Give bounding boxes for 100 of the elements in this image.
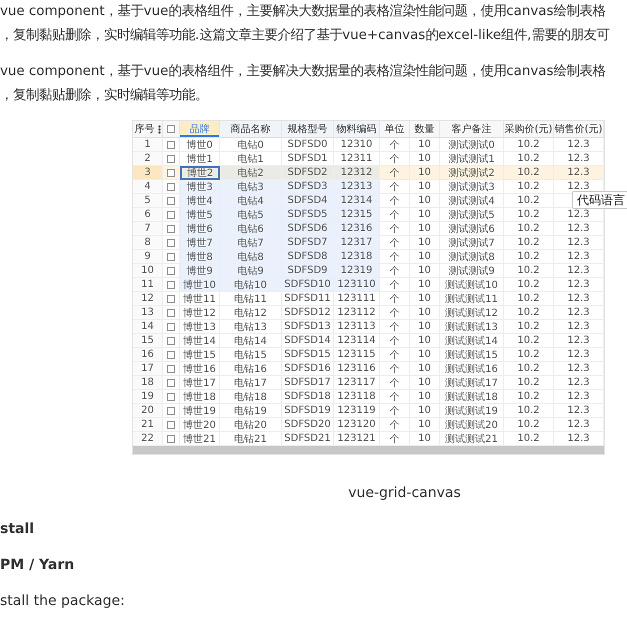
table-cell[interactable]: 12317 xyxy=(334,236,380,250)
table-cell[interactable]: SDFSD7 xyxy=(282,236,334,250)
table-cell[interactable]: 12.3 xyxy=(554,348,604,362)
table-cell[interactable]: 博世16 xyxy=(180,362,220,376)
table-cell[interactable]: SDFSD16 xyxy=(282,362,334,376)
table-cell[interactable]: 10 xyxy=(410,138,440,152)
table-cell[interactable]: 10 xyxy=(410,376,440,390)
table-cell[interactable]: 12314 xyxy=(334,194,380,208)
table-cell[interactable]: 10 xyxy=(410,194,440,208)
table-cell[interactable]: 12.3 xyxy=(554,222,604,236)
table-cell[interactable]: 个 xyxy=(380,362,410,376)
table-cell[interactable]: 12.3 xyxy=(554,236,604,250)
table-cell[interactable]: 12.3 xyxy=(554,432,604,446)
table-cell[interactable]: 123119 xyxy=(334,404,380,418)
row-checkbox[interactable] xyxy=(167,434,175,442)
table-cell[interactable]: 测试测试14 xyxy=(440,334,504,348)
table-cell[interactable]: 电钻16 xyxy=(220,362,282,376)
table-cell[interactable]: 测试测试5 xyxy=(440,208,504,222)
table-cell[interactable]: 10 xyxy=(410,320,440,334)
row-checkbox[interactable] xyxy=(167,182,175,190)
column-header[interactable]: 销售价(元) xyxy=(554,121,604,138)
table-cell[interactable]: 个 xyxy=(380,418,410,432)
table-cell[interactable]: SDFSD11 xyxy=(282,292,334,306)
table-cell[interactable]: 12312 xyxy=(334,166,380,180)
table-cell[interactable]: 12.3 xyxy=(554,320,604,334)
table-cell[interactable]: 电钻4 xyxy=(220,194,282,208)
table-cell[interactable]: 10 xyxy=(410,208,440,222)
table-cell[interactable]: 博世3 xyxy=(180,180,220,194)
row-checkbox[interactable] xyxy=(167,280,175,288)
table-cell[interactable]: 电钻8 xyxy=(220,250,282,264)
table-cell[interactable]: 电钻0 xyxy=(220,138,282,152)
table-cell[interactable]: 12.3 xyxy=(554,390,604,404)
table-cell[interactable]: SDFSD3 xyxy=(282,180,334,194)
table-cell[interactable]: 电钻1 xyxy=(220,152,282,166)
table-cell[interactable]: 个 xyxy=(380,180,410,194)
table-cell[interactable]: 电钻2 xyxy=(220,166,282,180)
table-cell[interactable]: 博世8 xyxy=(180,250,220,264)
table-cell[interactable]: SDFSD5 xyxy=(282,208,334,222)
row-checkbox[interactable] xyxy=(167,210,175,218)
table-cell[interactable]: 电钻18 xyxy=(220,390,282,404)
table-cell[interactable]: 10.2 xyxy=(504,404,554,418)
column-header[interactable]: 品牌 xyxy=(180,121,220,138)
row-checkbox[interactable] xyxy=(167,140,175,148)
table-cell[interactable]: 电钻11 xyxy=(220,292,282,306)
table-cell[interactable]: SDFSD6 xyxy=(282,222,334,236)
table-cell[interactable]: SDFSD18 xyxy=(282,390,334,404)
table-cell[interactable]: 测试测试17 xyxy=(440,376,504,390)
table-cell[interactable]: 测试测试9 xyxy=(440,264,504,278)
table-cell[interactable]: 测试测试4 xyxy=(440,194,504,208)
column-header[interactable]: 物料编码 xyxy=(334,121,380,138)
table-cell[interactable]: 测试测试18 xyxy=(440,390,504,404)
table-cell[interactable]: 10.2 xyxy=(504,418,554,432)
column-header[interactable]: 商品名称 xyxy=(220,121,282,138)
select-all-checkbox[interactable] xyxy=(167,125,175,133)
table-cell[interactable]: 测试测试10 xyxy=(440,278,504,292)
table-cell[interactable]: 个 xyxy=(380,390,410,404)
table-cell[interactable]: 测试测试12 xyxy=(440,306,504,320)
table-cell[interactable]: 测试测试11 xyxy=(440,292,504,306)
table-cell[interactable]: 个 xyxy=(380,334,410,348)
table-cell[interactable]: 10 xyxy=(410,222,440,236)
table-cell[interactable]: SDFSD0 xyxy=(282,138,334,152)
table-cell[interactable]: SDFSD4 xyxy=(282,194,334,208)
table-cell[interactable]: 12319 xyxy=(334,264,380,278)
table-cell[interactable]: 个 xyxy=(380,194,410,208)
table-cell[interactable]: 博世7 xyxy=(180,236,220,250)
table-cell[interactable]: 博世13 xyxy=(180,320,220,334)
table-cell[interactable]: 10 xyxy=(410,152,440,166)
table-cell[interactable]: 10.2 xyxy=(504,376,554,390)
column-header[interactable]: 单位 xyxy=(380,121,410,138)
table-cell[interactable]: 10.2 xyxy=(504,390,554,404)
table-cell[interactable]: 12.3 xyxy=(554,250,604,264)
table-cell[interactable]: 10 xyxy=(410,250,440,264)
row-checkbox[interactable] xyxy=(167,406,175,414)
table-cell[interactable]: 12318 xyxy=(334,250,380,264)
table-cell[interactable]: 电钻12 xyxy=(220,306,282,320)
table-cell[interactable]: 10.2 xyxy=(504,278,554,292)
row-checkbox[interactable] xyxy=(167,224,175,232)
table-cell[interactable]: 博世15 xyxy=(180,348,220,362)
table-cell[interactable]: 123110 xyxy=(334,278,380,292)
row-checkbox[interactable] xyxy=(167,294,175,302)
table-cell[interactable]: 博世5 xyxy=(180,208,220,222)
table-cell[interactable]: 12.3 xyxy=(554,306,604,320)
row-checkbox[interactable] xyxy=(167,364,175,372)
row-checkbox[interactable] xyxy=(167,322,175,330)
table-cell[interactable]: 10 xyxy=(410,236,440,250)
table-cell[interactable]: SDFSD9 xyxy=(282,264,334,278)
table-cell[interactable]: SDFSD17 xyxy=(282,376,334,390)
table-cell[interactable]: 10.2 xyxy=(504,334,554,348)
row-checkbox[interactable] xyxy=(167,196,175,204)
row-checkbox[interactable] xyxy=(167,154,175,162)
table-cell[interactable]: 10.2 xyxy=(504,432,554,446)
table-cell[interactable]: 12.3 xyxy=(554,418,604,432)
table-cell[interactable]: 10 xyxy=(410,390,440,404)
row-checkbox[interactable] xyxy=(167,168,175,176)
table-cell[interactable]: 12.3 xyxy=(554,292,604,306)
table-cell[interactable]: 10 xyxy=(410,334,440,348)
table-cell[interactable]: 10 xyxy=(410,264,440,278)
table-cell[interactable]: 10.2 xyxy=(504,222,554,236)
row-checkbox[interactable] xyxy=(167,308,175,316)
table-cell[interactable]: 123113 xyxy=(334,320,380,334)
